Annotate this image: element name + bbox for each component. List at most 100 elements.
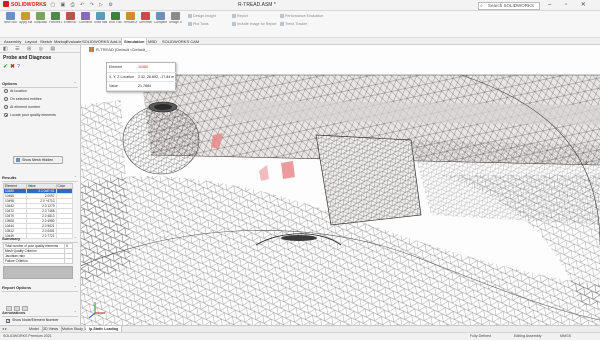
status-editing: Editing Assembly: [514, 334, 542, 338]
tab-layout[interactable]: Layout: [23, 38, 39, 45]
checkbox-label: Show Node/Element Number: [12, 318, 59, 322]
ribbon-button-advisor[interactable]: Simulation Advisor: [34, 12, 47, 25]
tooltip-value: 21.7884: [136, 81, 177, 91]
report-options-group-header[interactable]: Report Options ⌃: [2, 285, 78, 292]
ok-check-icon[interactable]: ✔: [3, 64, 10, 70]
ribbon-button-connections[interactable]: Connections Advisor: [79, 12, 92, 25]
show-mesh-hidden-button[interactable]: Show Mesh Hidden: [13, 156, 63, 164]
fixtures-icon: [51, 12, 60, 20]
ribbon-button-label: Results Advisor: [124, 21, 137, 24]
tooltip-key: X, Y, Z Location: [107, 72, 137, 82]
options-group-header[interactable]: Options ⌃: [2, 81, 78, 88]
tooltip-key: Value: [107, 81, 137, 91]
option-radio-1[interactable]: On selected entities: [4, 97, 42, 101]
ribbon-button-label: Shell Manager: [94, 21, 107, 24]
ribbon-small-trend-tracker[interactable]: Trend Tracker: [280, 22, 307, 26]
collapse-chevron-icon[interactable]: ⌃: [74, 285, 77, 290]
connections-icon: [81, 12, 90, 20]
summary-chart-area: [3, 266, 73, 279]
tab-simulation[interactable]: Simulation: [121, 38, 148, 45]
summary-row: Failure Criterion: [3, 258, 73, 264]
status-bar: SOLIDWORKS Premium 2021 Fully Defined Ed…: [0, 332, 600, 340]
annotation-checkbox-0[interactable]: ✓ Show Node/Element Number: [6, 318, 59, 323]
ribbon-button-material[interactable]: Apply Material: [19, 12, 32, 25]
ribbon-small-report[interactable]: Report: [232, 14, 248, 18]
radio-button-icon[interactable]: [4, 89, 8, 93]
chevron-right-icon[interactable]: ›: [585, 157, 588, 167]
option-radio-3[interactable]: Locate poor quality elements: [4, 113, 56, 117]
bottom-tabs: ◂▸ Model 3D Views Motion Study 1 Ip-Static …: [0, 325, 600, 332]
radio-button-icon[interactable]: [4, 97, 8, 101]
annotations-group-header[interactable]: Annotations ⌃: [2, 310, 78, 317]
ribbon-button-label: Simulation Advisor: [34, 21, 47, 24]
run-icon: [111, 12, 120, 20]
summary-group-header[interactable]: Summary ⌃: [2, 236, 78, 243]
tab-mbd[interactable]: MBD: [146, 38, 159, 45]
tooltip-value: 2.32, 26.892, -17.84 m: [136, 72, 177, 82]
option-label: At location: [10, 89, 27, 93]
search-input[interactable]: ⌕ Search SOLIDWORKS: [478, 1, 540, 10]
panel-title: Probe and Diagnose: [3, 55, 52, 61]
tab-assembly[interactable]: Assembly: [2, 38, 23, 45]
ribbon-button-loads[interactable]: External Loads: [64, 12, 77, 25]
results-table: Element Value Color 10480 2.1 0xE+01 10466…: [3, 183, 74, 239]
ribbon-button-new-study[interactable]: New Study: [4, 12, 17, 25]
tooltip-value: 10480: [136, 63, 177, 73]
ribbon-small-design-insight[interactable]: Design Insight: [188, 14, 216, 18]
mesh-icon: [16, 158, 20, 162]
checkbox-icon[interactable]: ✓: [6, 319, 10, 323]
option-radio-0[interactable]: At location: [4, 89, 27, 93]
summary-label: Failure Criterion: [3, 258, 65, 264]
collapse-chevron-icon[interactable]: ⌃: [74, 310, 77, 315]
assembly-icon: [89, 47, 94, 52]
command-tabs: Assembly Layout Sketch Markup Evaluate SOLIDW…: [0, 37, 600, 45]
tab-solidworks-add-ins[interactable]: SOLIDWORKS Add-Ins: [80, 38, 126, 45]
ds-logo-icon: [3, 1, 9, 7]
option-label: At element number: [10, 105, 41, 109]
loads-icon: [66, 12, 75, 20]
property-manager-panel: ◧ ☰ ⊞ ◎ ▤ Probe and Diagnose ✔✖? Options…: [0, 45, 81, 325]
search-icon: ⌕: [480, 2, 483, 9]
results-group-header[interactable]: Results ⌃: [2, 175, 78, 182]
tab-solidworks-cam[interactable]: SOLIDWORKS CAM: [160, 38, 201, 45]
ribbon-small-include-image[interactable]: Include Image for Report: [232, 22, 277, 26]
ribbon-button-results[interactable]: Results Advisor: [124, 12, 137, 25]
ribbon-button-label: New Study: [4, 21, 17, 24]
graphics-viewport[interactable]: R-TREAD (Default <Default_... Element 104…: [81, 45, 600, 325]
ribbon-button-run[interactable]: Run This Study: [109, 12, 122, 25]
collapse-chevron-icon[interactable]: ⌃: [74, 236, 77, 241]
ribbon-button-label: Compare Results: [154, 21, 167, 24]
ribbon-small-performance-evaluation[interactable]: Performance Evaluation: [280, 14, 323, 18]
coordinate-triad-icon: [88, 302, 105, 319]
window-controls[interactable]: ‒ ▫ ✕: [548, 1, 592, 8]
summary-value: [64, 258, 73, 264]
help-icon[interactable]: ?: [17, 64, 22, 70]
status-version: SOLIDWORKS Premium 2021: [3, 334, 52, 338]
ribbon-button-deformed[interactable]: Deformed Result: [139, 12, 152, 25]
ribbon-button-compare[interactable]: Compare Results: [154, 12, 167, 25]
option-radio-2[interactable]: At element number: [4, 105, 40, 109]
cancel-x-icon[interactable]: ✖: [10, 64, 17, 70]
collapse-chevron-icon[interactable]: ⌃: [74, 81, 77, 86]
material-icon: [21, 12, 30, 20]
collapse-chevron-icon[interactable]: ⌃: [74, 175, 77, 180]
quick-access-toolbar[interactable]: ⌂ ▢ ▣ ⎙ ↶ ↷ ▷ ⚙: [42, 2, 115, 8]
command-manager-ribbon: New StudyApply MaterialSimulation Adviso…: [0, 11, 600, 37]
ribbon-button-design-study[interactable]: Design Study: [169, 12, 182, 25]
ribbon-button-shell[interactable]: Shell Manager: [94, 12, 107, 25]
manager-tabs[interactable]: ◧ ☰ ⊞ ◎ ▤: [0, 45, 80, 53]
solidworks-logo[interactable]: SOLIDWORKS: [3, 1, 46, 8]
advisor-icon: [36, 12, 45, 20]
option-label: Locate poor quality elements: [10, 113, 56, 117]
ribbon-button-fixtures[interactable]: Fixtures Advisor: [49, 12, 62, 25]
radio-button-icon[interactable]: [4, 105, 8, 109]
radio-button-icon[interactable]: [4, 113, 8, 117]
feature-tree-breadcrumb[interactable]: R-TREAD (Default <Default_...: [89, 47, 151, 52]
status-units[interactable]: MMGS: [560, 333, 571, 340]
ribbon-small-plot-tools[interactable]: Plot Tools: [188, 22, 209, 26]
ok-cancel-group: ✔✖?: [3, 63, 22, 70]
ribbon-button-label: Connections Advisor: [79, 21, 92, 24]
summary-table: Total number of poor quality elements 5 Me…: [3, 243, 73, 264]
ribbon-button-label: Deformed Result: [139, 21, 152, 24]
ribbon-button-label: Fixtures Advisor: [49, 21, 62, 24]
